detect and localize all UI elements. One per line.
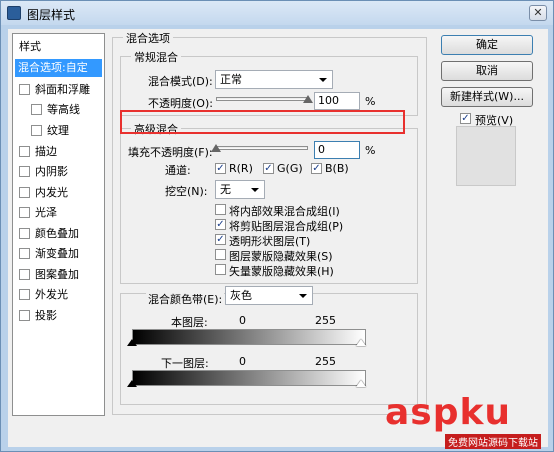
watermark-subtitle: 免费网站源码下载站 [445,434,541,449]
style-item-drop-shadow[interactable]: 投影 [15,307,102,325]
checkbox[interactable] [19,166,30,177]
underlying-layer-white-slider[interactable] [356,380,366,387]
watermark-logo-text: aspku [385,392,512,433]
style-item-bevel-emboss[interactable]: 斜面和浮雕 [15,81,102,99]
transparency-shapes-label: 透明形状图层(T) [229,235,311,248]
blend-options-title: 混合选项 [123,30,173,46]
fill-opacity-highlight [120,110,405,134]
cancel-button[interactable]: 取消 [441,61,533,81]
blend-interior-effects-checkbox[interactable] [215,204,226,215]
layer-style-dialog: 图层样式 ✕ 样式 混合选项:自定 斜面和浮雕 等高线 纹理 描边 内阴影 内发… [0,0,554,452]
opacity-label: 不透明度(O): [148,97,213,110]
vector-mask-hides-checkbox[interactable] [215,264,226,275]
checkbox[interactable] [31,104,42,115]
this-layer-label: 本图层: [171,316,208,329]
fill-opacity-slider-thumb[interactable] [211,144,221,152]
style-item-inner-glow[interactable]: 内发光 [15,184,102,202]
checkbox[interactable] [19,187,30,198]
style-item-outer-glow[interactable]: 外发光 [15,286,102,304]
underlying-layer-low-value: 0 [239,355,246,368]
style-item-stroke[interactable]: 描边 [15,143,102,161]
style-list-header[interactable]: 样式 [15,38,102,56]
underlying-layer-high-value: 255 [315,355,336,368]
underlying-layer-black-slider[interactable] [127,380,137,387]
style-item-texture[interactable]: 纹理 [15,122,102,140]
chevron-down-icon [319,78,327,82]
style-item-color-overlay[interactable]: 颜色叠加 [15,225,102,243]
style-item-contour[interactable]: 等高线 [15,101,102,119]
channels-label: 通道: [165,164,191,177]
vector-mask-hides-label: 矢量蒙版隐藏效果(H) [229,265,334,278]
checkbox[interactable] [31,125,42,136]
this-layer-low-value: 0 [239,314,246,327]
checkbox[interactable] [19,84,30,95]
layer-mask-hides-label: 图层蒙版隐藏效果(S) [229,250,333,263]
checkbox[interactable] [19,269,30,280]
style-list: 样式 混合选项:自定 斜面和浮雕 等高线 纹理 描边 内阴影 内发光 光泽 颜色… [12,33,105,416]
chevron-down-icon [299,294,307,298]
this-layer-white-slider[interactable] [356,339,366,346]
knockout-label: 挖空(N): [165,185,208,198]
knockout-select[interactable]: 无 [215,180,265,199]
blend-clipped-layers-checkbox[interactable]: ✓ [215,219,226,230]
dialog-body: 样式 混合选项:自定 斜面和浮雕 等高线 纹理 描边 内阴影 内发光 光泽 颜色… [8,29,548,447]
opacity-slider-thumb[interactable] [303,95,313,103]
underlying-layer-gradient [132,370,366,386]
blend-interior-effects-label: 将内部效果混合成组(I) [229,205,340,218]
blend-mode-select[interactable]: 正常 [215,70,333,89]
fill-opacity-label: 填充不透明度(F): [128,146,213,159]
preview-checkbox[interactable]: ✓ [460,113,471,124]
blend-clipped-layers-label: 将剪贴图层混合成组(P) [229,220,344,233]
this-layer-black-slider[interactable] [127,339,137,346]
close-button[interactable]: ✕ [529,5,547,21]
style-preview-swatch [456,126,516,186]
opacity-slider[interactable] [216,97,308,101]
title-bar[interactable]: 图层样式 ✕ [1,1,553,25]
knockout-value: 无 [220,183,231,196]
fill-opacity-input[interactable]: 0 [314,141,360,159]
underlying-layer-label: 下一图层: [161,357,209,370]
checkbox[interactable] [19,146,30,157]
style-item-satin[interactable]: 光泽 [15,204,102,222]
transparency-shapes-checkbox[interactable]: ✓ [215,234,226,245]
checkbox[interactable] [19,289,30,300]
checkbox[interactable] [19,228,30,239]
style-item-blend-options[interactable]: 混合选项:自定 [15,59,102,77]
general-blending-title: 常规混合 [131,49,181,65]
fill-opacity-unit: % [365,144,376,157]
opacity-input[interactable]: 100 [314,92,360,110]
channel-g-checkbox[interactable]: ✓ [263,163,274,174]
chevron-down-icon [251,188,259,192]
blend-mode-label: 混合模式(D): [148,75,213,88]
site-watermark: aspku 免费网站源码下载站 [385,392,545,449]
layer-mask-hides-checkbox[interactable] [215,249,226,260]
this-layer-gradient [132,329,366,345]
style-item-inner-shadow[interactable]: 内阴影 [15,163,102,181]
blend-if-label: 混合颜色带(E): [146,291,225,307]
new-style-button[interactable]: 新建样式(W)... [441,87,533,107]
channel-b-checkbox[interactable]: ✓ [311,163,322,174]
checkbox[interactable] [19,248,30,259]
opacity-unit: % [365,95,376,108]
window-title: 图层样式 [27,8,76,22]
checkbox[interactable] [19,207,30,218]
ok-button[interactable]: 确定 [441,35,533,55]
this-layer-high-value: 255 [315,314,336,327]
channel-r-label: R(R) [229,162,253,175]
channel-r-checkbox[interactable]: ✓ [215,163,226,174]
photoshop-app-icon [7,6,21,20]
style-item-pattern-overlay[interactable]: 图案叠加 [15,266,102,284]
blend-if-value: 灰色 [230,289,252,302]
checkbox[interactable] [19,310,30,321]
fill-opacity-slider[interactable] [216,146,308,150]
channel-g-label: G(G) [277,162,303,175]
blend-if-group [120,293,418,405]
blend-if-select[interactable]: 灰色 [225,286,313,305]
style-item-gradient-overlay[interactable]: 渐变叠加 [15,245,102,263]
blend-mode-value: 正常 [220,73,242,86]
channel-b-label: B(B) [325,162,349,175]
